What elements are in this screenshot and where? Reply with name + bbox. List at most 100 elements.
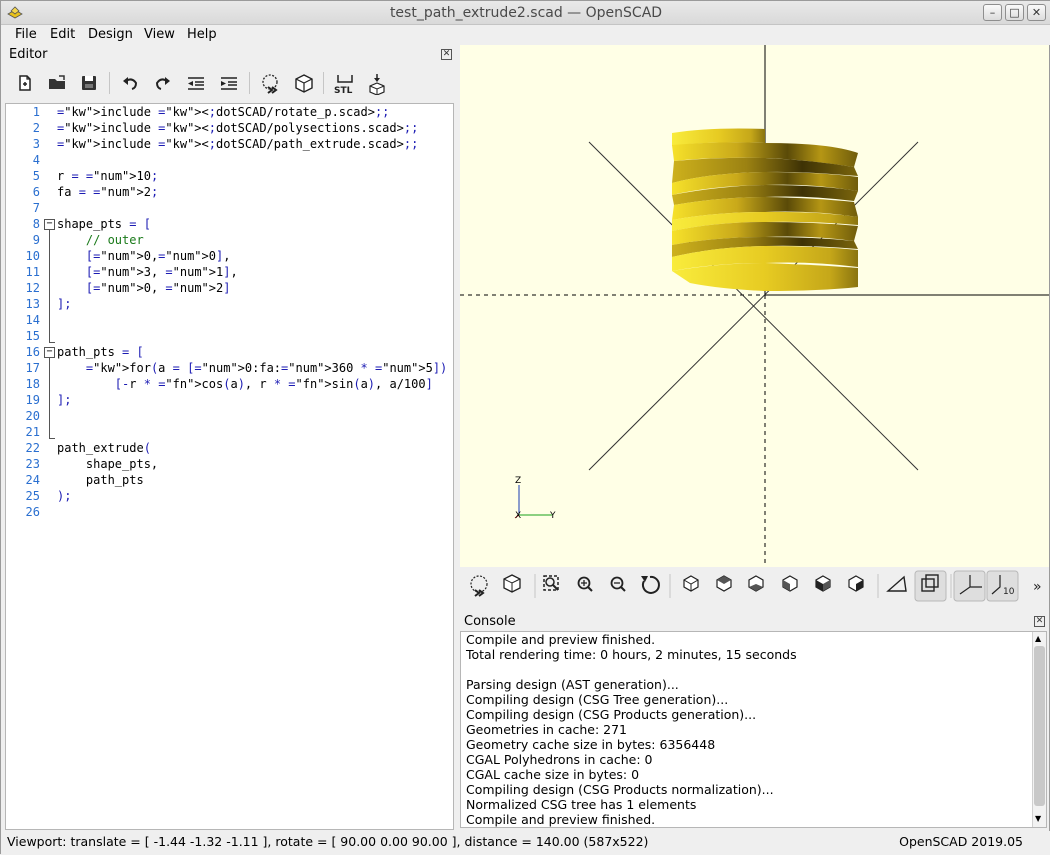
line-number: 21 — [25, 425, 40, 439]
line-number: 11 — [25, 265, 40, 279]
console-dock: Console ✕ Compile and preview finished. T… — [460, 613, 1049, 831]
console-line: Total rendering time: 0 hours, 2 minutes… — [466, 647, 797, 662]
code-line[interactable]: [="num">3, ="num">1], — [57, 265, 238, 279]
code-line[interactable]: [-r * ="fn">cos(a), r * ="fn">sin(a), a/… — [57, 377, 433, 391]
indent-icon[interactable] — [215, 69, 243, 97]
svg-text:STL: STL — [334, 86, 353, 95]
perspective-icon[interactable] — [886, 575, 907, 592]
send-to-3d-print-icon[interactable] — [362, 69, 390, 97]
preview-icon[interactable] — [256, 69, 284, 97]
scroll-up-icon[interactable]: ▲ — [1035, 634, 1041, 643]
toolbar-separator — [109, 72, 110, 94]
undo-icon[interactable] — [116, 69, 144, 97]
line-number: 6 — [32, 185, 40, 199]
console-scrollbar[interactable]: ▲ ▼ — [1032, 632, 1046, 827]
line-number: 8 — [32, 217, 40, 231]
console-dock-title: Console — [464, 614, 516, 629]
code-line[interactable]: ="kw">for(a = [="num">0:fa:="num">360 * … — [57, 361, 447, 375]
status-bar: Viewport: translate = [ -1.44 -1.32 -1.1… — [1, 831, 1050, 855]
editor-dock-close-icon[interactable]: ✕ — [441, 49, 452, 60]
view-front-icon[interactable] — [815, 575, 831, 592]
console-line: Compile and preview finished. — [466, 812, 656, 827]
editor-dock-title: Editor — [9, 47, 48, 62]
menu-design[interactable]: Design — [88, 27, 133, 42]
line-number: 7 — [32, 201, 40, 215]
code-line[interactable]: // outer — [57, 233, 144, 247]
viewport-status: Viewport: translate = [ -1.44 -1.32 -1.1… — [7, 834, 649, 849]
view-all-icon[interactable] — [543, 575, 559, 591]
menu-edit[interactable]: Edit — [50, 27, 75, 42]
view-left-icon[interactable] — [782, 575, 798, 592]
code-line[interactable]: ]; — [57, 393, 71, 407]
render-icon[interactable] — [503, 574, 521, 593]
code-line[interactable]: path_pts = [ — [57, 345, 144, 359]
render-icon[interactable] — [289, 69, 317, 97]
unindent-icon[interactable] — [182, 69, 210, 97]
scroll-down-icon[interactable]: ▼ — [1035, 814, 1041, 823]
toolbar-separator — [323, 72, 324, 94]
menu-view[interactable]: View — [144, 27, 175, 42]
code-line[interactable]: [="num">0, ="num">2] — [57, 281, 231, 295]
reset-view-icon[interactable] — [641, 575, 660, 594]
fold-guide-end — [49, 342, 55, 343]
code-editor[interactable]: 1 ="kw">include ="kw"><;dotSCAD/rotate_p.… — [5, 103, 454, 830]
editor-toolbar: STL — [9, 69, 449, 97]
console-output[interactable]: Compile and preview finished. Total rende… — [460, 631, 1047, 828]
version-label: OpenSCAD 2019.05 — [899, 834, 1023, 849]
code-line[interactable]: ="kw">include ="kw"><;dotSCAD/rotate_p.s… — [57, 105, 389, 119]
view-back-icon[interactable] — [848, 575, 864, 592]
zoom-out-icon[interactable] — [610, 576, 626, 592]
code-line[interactable]: shape_pts, — [57, 457, 158, 471]
extruded-helix-model — [672, 128, 858, 291]
code-line[interactable]: path_pts — [57, 473, 144, 487]
line-number: 19 — [25, 393, 40, 407]
line-number: 13 — [25, 297, 40, 311]
fold-toggle-icon[interactable]: − — [44, 219, 55, 230]
maximize-button[interactable]: □ — [1005, 4, 1024, 21]
export-stl-icon[interactable]: STL — [329, 69, 357, 97]
console-line: CGAL cache size in bytes: 0 — [466, 767, 640, 782]
fold-toggle-icon[interactable]: − — [44, 347, 55, 358]
menu-help[interactable]: Help — [187, 27, 217, 42]
axis-indicator: Z X Y — [514, 476, 556, 521]
line-number: 2 — [32, 121, 40, 135]
window-title: test_path_extrude2.scad — OpenSCAD — [389, 5, 663, 21]
code-line[interactable]: [="num">0,="num">0], — [57, 249, 231, 263]
code-line[interactable]: ); — [57, 489, 71, 503]
code-line[interactable]: fa = ="num">2; — [57, 185, 158, 199]
code-line[interactable]: path_extrude( — [57, 441, 151, 455]
view-top-icon[interactable] — [716, 575, 732, 592]
redo-icon[interactable] — [149, 69, 177, 97]
preview-icon[interactable] — [470, 575, 488, 597]
line-number: 16 — [25, 345, 40, 359]
line-number: 4 — [32, 153, 40, 167]
new-file-icon[interactable] — [11, 69, 39, 97]
console-line: Parsing design (AST generation)... — [466, 677, 679, 692]
view-right-icon[interactable] — [683, 575, 699, 592]
line-number: 9 — [32, 233, 40, 247]
more-tools-chevron-icon[interactable]: » — [1033, 579, 1042, 595]
view-bottom-icon[interactable] — [748, 575, 764, 592]
code-line[interactable]: ="kw">include ="kw"><;dotSCAD/polysectio… — [57, 121, 418, 135]
line-number: 15 — [25, 329, 40, 343]
code-line[interactable]: ]; — [57, 297, 71, 311]
toolbar-separator — [249, 72, 250, 94]
line-number: 18 — [25, 377, 40, 391]
code-line[interactable]: ="kw">include ="kw"><;dotSCAD/path_extru… — [57, 137, 418, 151]
console-dock-close-icon[interactable]: ✕ — [1034, 616, 1045, 627]
line-number: 26 — [25, 505, 40, 519]
close-window-button[interactable]: ✕ — [1027, 4, 1046, 21]
openscad-window: test_path_extrude2.scad — OpenSCAD – □ ✕… — [0, 0, 1050, 855]
code-line[interactable]: shape_pts = [ — [57, 217, 151, 231]
code-line[interactable]: r = ="num">10; — [57, 169, 158, 183]
fold-guide-line — [49, 230, 50, 342]
console-line: Geometry cache size in bytes: 6356448 — [466, 737, 716, 752]
menu-file[interactable]: File — [15, 27, 37, 42]
axis-label-z: Z — [515, 476, 521, 486]
3d-viewport[interactable]: Z X Y — [460, 45, 1049, 567]
minimize-button[interactable]: – — [983, 4, 1002, 21]
open-file-icon[interactable] — [43, 69, 71, 97]
console-scrollbar-thumb[interactable] — [1034, 646, 1045, 806]
zoom-in-icon[interactable] — [577, 576, 593, 592]
save-icon[interactable] — [75, 69, 103, 97]
